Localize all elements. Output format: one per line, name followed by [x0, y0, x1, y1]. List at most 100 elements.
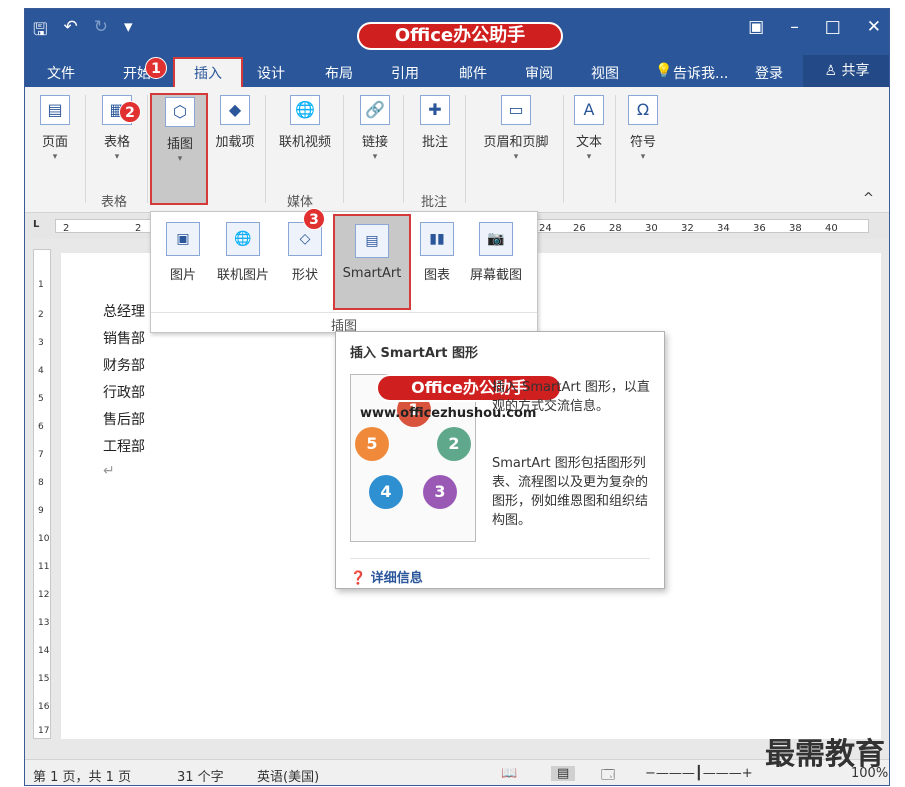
ruler-tick: 30	[645, 223, 658, 234]
smartart-button[interactable]: ▤ SmartArt	[333, 214, 411, 310]
step-badge-2: 2	[119, 101, 141, 123]
tab-view[interactable]: 视图	[591, 63, 619, 83]
title-bar: 🖫 ↶ ↻ ▾ Office办公助手 ▣ – □ ✕	[25, 9, 889, 55]
tell-me-input[interactable]: 告诉我...	[673, 63, 728, 83]
comment-button[interactable]: ✚ 批注	[415, 95, 455, 150]
tab-design[interactable]: 设计	[257, 63, 285, 83]
doc-line: 财务部	[103, 358, 145, 374]
link-button[interactable]: 🔗 链接 ▾	[355, 95, 395, 162]
chevron-down-icon: ▾	[52, 152, 58, 162]
online-picture-label: 联机图片	[216, 268, 269, 283]
chevron-down-icon: ▾	[586, 152, 592, 162]
paragraph-mark-icon: ↵	[103, 463, 115, 479]
save-icon[interactable]: 🖫	[33, 17, 47, 46]
doc-line: 总经理	[103, 304, 145, 320]
tell-me-icon[interactable]: 💡	[655, 63, 672, 79]
zoom-slider[interactable]: −———┃———+	[645, 766, 753, 781]
table-label: 表格	[103, 135, 130, 150]
link-label: 链接	[361, 135, 388, 150]
collapse-ribbon-icon[interactable]: ^	[863, 191, 874, 206]
doc-line: 销售部	[103, 331, 145, 347]
redo-icon[interactable]: ↻	[94, 17, 108, 46]
tab-file[interactable]: 文件	[47, 63, 75, 83]
page-icon: ▤	[40, 95, 70, 125]
ribbon-insert: ▤ 页面 ▾ ▦ 表格 ▾ 表格 ⬡ 插图 ▾ 2 ◆ 加载项 🌐 联机视频 媒…	[25, 87, 889, 213]
illustrations-gallery: ▣ 图片 🌐 联机图片 ◇ 形状 ▤ SmartArt ▮▮ 图表 📷 屏幕截图…	[150, 208, 538, 334]
header-footer-button[interactable]: ▭ 页眉和页脚 ▾	[473, 95, 559, 162]
word-window: 🖫 ↶ ↻ ▾ Office办公助手 ▣ – □ ✕ 文件 开始 插入 设计 布…	[24, 8, 890, 786]
word-count[interactable]: 31 个字	[177, 766, 224, 785]
smartart-icon: ▤	[355, 224, 389, 258]
web-layout-icon[interactable]: 🗔	[601, 766, 615, 785]
comment-label: 批注	[421, 135, 448, 150]
chart-label: 图表	[423, 268, 450, 283]
chart-icon: ▮▮	[420, 222, 454, 256]
divider	[465, 95, 466, 203]
ruler-tick: 40	[825, 223, 838, 234]
chart-button[interactable]: ▮▮ 图表	[417, 222, 457, 283]
addins-button[interactable]: ◆ 加载项	[215, 95, 255, 150]
shapes-label: 形状	[291, 268, 318, 283]
corner-watermark: 最需教育	[765, 737, 885, 772]
ruler-tick: 36	[753, 223, 766, 234]
tooltip-text-1: 插入 SmartArt 图形，以直观的方式交流信息。	[492, 380, 650, 414]
language[interactable]: 英语(美国)	[257, 766, 319, 785]
vertical-ruler: 123 456 789 10 11 12 13 14 15 16 17	[33, 249, 51, 739]
shapes-icon: ⬡	[165, 97, 195, 127]
tab-references[interactable]: 引用	[391, 63, 419, 83]
tab-layout[interactable]: 布局	[325, 63, 353, 83]
tooltip-title: 插入 SmartArt 图形	[350, 346, 479, 361]
text-icon: A	[574, 95, 604, 125]
shapes-button[interactable]: ◇ 形状	[283, 222, 327, 283]
tab-mailings[interactable]: 邮件	[459, 63, 487, 83]
cycle-node: 4	[369, 475, 403, 509]
smartart-label: SmartArt	[342, 266, 402, 281]
illustrations-label: 插图	[166, 137, 193, 152]
tab-insert[interactable]: 插入	[173, 57, 243, 87]
illustrations-button[interactable]: ⬡ 插图 ▾	[150, 93, 208, 205]
smartart-tooltip: 插入 SmartArt 图形 1 2 3 4 5 Office办公助手 www.…	[335, 331, 665, 589]
group-label-table: 表格	[101, 195, 128, 210]
page-label: 页面	[41, 135, 68, 150]
divider	[615, 95, 616, 203]
ribbon-display-icon[interactable]: ▣	[748, 17, 764, 37]
symbol-label: 符号	[629, 135, 656, 150]
maximize-icon[interactable]: □	[825, 17, 841, 37]
online-picture-button[interactable]: 🌐 联机图片	[211, 222, 275, 283]
login-link[interactable]: 登录	[755, 63, 783, 83]
ruler-tick: 28	[609, 223, 622, 234]
customize-qat-icon[interactable]: ▾	[124, 17, 133, 46]
tab-stop-icon[interactable]: L	[33, 219, 39, 230]
picture-button[interactable]: ▣ 图片	[161, 222, 205, 283]
screenshot-button[interactable]: 📷 屏幕截图	[463, 222, 529, 283]
online-video-button[interactable]: 🌐 联机视频	[273, 95, 337, 150]
step-badge-3: 3	[303, 208, 325, 230]
text-button[interactable]: A 文本 ▾	[571, 95, 607, 162]
chevron-down-icon: ▾	[114, 152, 120, 162]
page-button[interactable]: ▤ 页面 ▾	[35, 95, 75, 162]
ruler-tick: 24	[539, 223, 552, 234]
read-mode-icon[interactable]: 📖	[501, 766, 517, 781]
print-layout-icon[interactable]: ▤	[551, 766, 576, 781]
share-button[interactable]: ♙ 共享	[803, 55, 889, 87]
undo-icon[interactable]: ↶	[63, 17, 77, 46]
addins-label: 加载项	[215, 135, 255, 150]
tab-review[interactable]: 审阅	[525, 63, 553, 83]
comment-icon: ✚	[420, 95, 450, 125]
ruler-tick: 38	[789, 223, 802, 234]
page-count[interactable]: 第 1 页，共 1 页	[33, 766, 131, 785]
minimize-icon[interactable]: –	[790, 17, 799, 37]
doc-line: 工程部	[103, 439, 145, 455]
online-picture-icon: 🌐	[226, 222, 260, 256]
more-info-label: 详细信息	[370, 571, 423, 586]
omega-icon: Ω	[628, 95, 658, 125]
share-label: 共享	[841, 63, 870, 79]
symbol-button[interactable]: Ω 符号 ▾	[625, 95, 661, 162]
close-icon[interactable]: ✕	[867, 17, 881, 37]
divider	[343, 95, 344, 203]
chevron-down-icon: ▾	[177, 154, 183, 164]
store-icon: ◆	[220, 95, 250, 125]
more-info-link[interactable]: ❓ 详细信息	[350, 558, 650, 586]
picture-label: 图片	[169, 268, 196, 283]
screenshot-label: 屏幕截图	[469, 268, 522, 283]
